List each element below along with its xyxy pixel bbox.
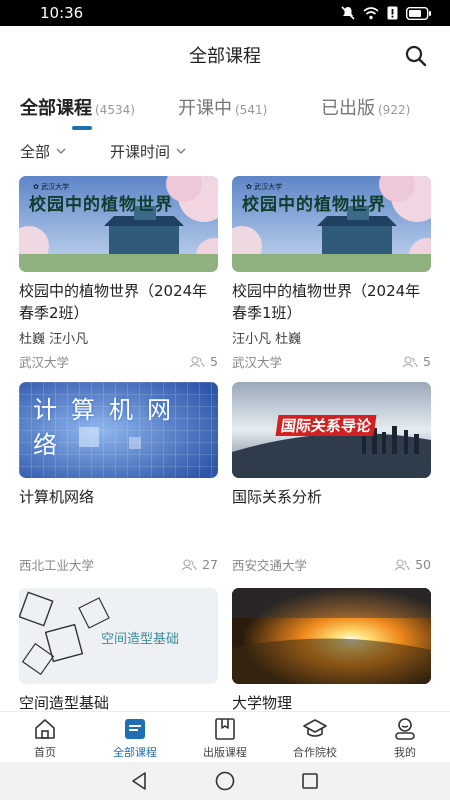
- course-footer: 西安交通大学 50: [232, 555, 431, 574]
- student-count: 27: [181, 557, 218, 572]
- student-count: 5: [189, 354, 218, 369]
- home-icon: [35, 719, 55, 739]
- graduation-cap-icon: [303, 719, 327, 737]
- filter-label: 开课时间: [110, 142, 171, 161]
- nav-label: 首页: [34, 746, 56, 759]
- course-card[interactable]: 空间造型基础 空间造型基础: [19, 588, 218, 714]
- thumbnail-text: 校园中的植物世界: [242, 195, 386, 215]
- nav-label: 我的: [394, 746, 416, 759]
- book-icon: [215, 718, 235, 740]
- course-card[interactable]: 国际关系导论 国际关系分析 西安交通大学 50: [232, 382, 431, 573]
- profile-icon: [395, 718, 415, 740]
- course-card[interactable]: ✿ 武汉大学 校园中的植物世界 校园中的植物世界（2024年春季1班） 汪小凡 …: [232, 176, 431, 370]
- course-title: 计算机网络: [19, 488, 95, 506]
- course-thumbnail: [232, 588, 431, 684]
- back-icon[interactable]: [130, 771, 150, 791]
- chevron-down-icon: [56, 148, 66, 154]
- search-icon[interactable]: [404, 44, 428, 68]
- course-teachers: 杜巍 汪小凡: [19, 332, 89, 347]
- student-count: 5: [402, 354, 431, 369]
- app-header: 全部课程: [0, 26, 450, 84]
- nav-item-profile[interactable]: 我的: [360, 712, 450, 762]
- recents-icon[interactable]: [300, 771, 320, 791]
- thumbnail-title: 校园中的植物世界: [242, 190, 386, 215]
- filter-label: 全部: [20, 142, 51, 161]
- nav-label: 出版课程: [203, 746, 247, 759]
- course-thumbnail: ✿ 武汉大学 校园中的植物世界: [232, 176, 431, 272]
- users-icon: [181, 558, 197, 570]
- nav-label: 全部课程: [113, 746, 157, 759]
- student-count-value: 50: [415, 557, 431, 572]
- course-school: 武汉大学: [19, 355, 70, 370]
- tab-published[interactable]: 已出版 (922): [321, 94, 410, 120]
- course-title: 校园中的植物世界（2024年春季1班）: [232, 282, 421, 322]
- nav-item-home[interactable]: 首页: [0, 712, 90, 762]
- status-time: 10:36: [40, 4, 84, 22]
- tab-ongoing[interactable]: 开课中 (541): [178, 94, 267, 120]
- filter-category-dropdown[interactable]: 全部: [20, 141, 66, 162]
- student-count-value: 27: [202, 557, 218, 572]
- course-thumbnail: 计算机网络: [19, 382, 218, 478]
- nav-item-partner-schools[interactable]: 合作院校: [270, 712, 360, 762]
- thumbnail-title: 计算机网络: [33, 396, 185, 459]
- nav-label: 合作院校: [293, 746, 337, 759]
- course-tabs: 全部课程 (4534) 开课中 (541) 已出版 (922): [0, 84, 450, 130]
- status-icons: [341, 6, 432, 20]
- tab-all-courses[interactable]: 全部课程 (4534): [20, 94, 135, 120]
- course-footer: 武汉大学 5: [232, 352, 431, 371]
- tab-count: (922): [378, 103, 411, 117]
- course-card[interactable]: 计算机网络 计算机网络 西北工业大学 27: [19, 382, 218, 573]
- system-nav-bar: [0, 762, 450, 800]
- student-count: 50: [394, 557, 431, 572]
- nav-item-all-courses[interactable]: 全部课程: [90, 712, 180, 762]
- course-card[interactable]: ✿ 武汉大学 校园中的植物世界 校园中的植物世界（2024年春季2班） 杜巍 汪…: [19, 176, 218, 370]
- course-teachers: 汪小凡 杜巍: [232, 332, 302, 347]
- filter-start-time-dropdown[interactable]: 开课时间: [110, 141, 186, 162]
- course-title: 校园中的植物世界（2024年春季2班）: [19, 282, 208, 322]
- status-bar: 10:36: [0, 0, 450, 26]
- course-school: 西安交通大学: [232, 558, 308, 573]
- tab-label: 已出版: [321, 98, 375, 119]
- home-circle-icon[interactable]: [214, 770, 236, 792]
- courses-icon: [125, 719, 145, 739]
- course-footer: 西北工业大学 27: [19, 555, 218, 574]
- mute-icon: [341, 6, 355, 20]
- tab-count: (541): [235, 103, 268, 117]
- users-icon: [402, 355, 418, 367]
- nav-item-published-courses[interactable]: 出版课程: [180, 712, 270, 762]
- tab-label: 开课中: [178, 98, 232, 119]
- thumbnail-title: 校园中的植物世界: [29, 190, 173, 215]
- users-icon: [189, 355, 205, 367]
- bottom-nav: 首页 全部课程 出版课程 合作院校 我的: [0, 711, 450, 762]
- course-title: 国际关系分析: [232, 488, 323, 506]
- users-icon: [394, 558, 410, 570]
- course-footer: 武汉大学 5: [19, 352, 218, 371]
- battery-icon: [406, 6, 431, 20]
- thumbnail-text: 校园中的植物世界: [29, 195, 173, 215]
- student-count-value: 5: [210, 354, 218, 369]
- course-thumbnail: 国际关系导论: [232, 382, 431, 478]
- course-school: 武汉大学: [232, 355, 283, 370]
- tab-label: 全部课程: [20, 98, 92, 119]
- wifi-icon: [363, 6, 379, 19]
- tab-count: (4534): [95, 103, 135, 117]
- sim-alert-icon: [387, 6, 398, 20]
- active-tab-indicator: [72, 126, 92, 130]
- filter-bar: 全部 开课时间: [0, 130, 450, 172]
- chevron-down-icon: [176, 148, 186, 154]
- course-card[interactable]: 大学物理: [232, 588, 431, 714]
- student-count-value: 5: [423, 354, 431, 369]
- thumbnail-title: 空间造型基础: [101, 632, 180, 647]
- page-title: 全部课程: [189, 46, 261, 67]
- thumbnail-title: 国际关系导论: [275, 415, 377, 436]
- course-thumbnail: ✿ 武汉大学 校园中的植物世界: [19, 176, 218, 272]
- course-school: 西北工业大学: [19, 558, 95, 573]
- course-thumbnail: 空间造型基础: [19, 588, 218, 684]
